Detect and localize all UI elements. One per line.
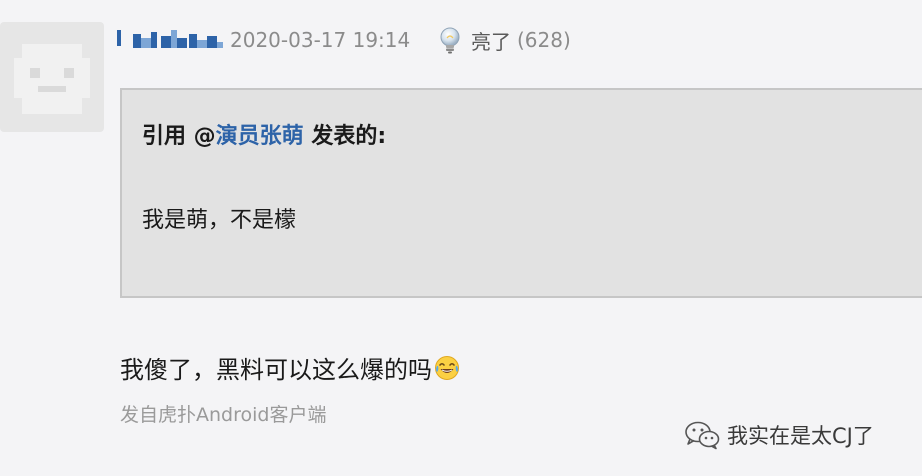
username-pixel <box>217 42 223 48</box>
username-pixel <box>207 36 217 48</box>
username-pixel <box>117 30 121 46</box>
avatar-pixel <box>38 86 66 92</box>
post-source: 发自虎扑Android客户端 <box>120 404 327 426</box>
reply-body: 我傻了，黑料可以这么爆的吗 <box>120 356 432 384</box>
quote-author-link[interactable]: 演员张萌 <box>216 124 304 149</box>
quote-header: 引用 @演员张萌 发表的: <box>142 118 386 150</box>
username-pixel <box>197 40 207 48</box>
post-timestamp: 2020-03-17 19:14 <box>230 28 411 52</box>
like-label: 亮了 <box>471 29 511 54</box>
tears-of-joy-emoji-icon <box>435 355 459 380</box>
avatar-pixel <box>22 98 82 114</box>
avatar-pixel <box>14 58 90 98</box>
like-count: (628) <box>517 28 571 52</box>
watermark: 我实在是太CJ了 <box>683 420 874 450</box>
username-pixel <box>177 38 187 48</box>
quote-prefix: 引用 @ <box>142 124 216 149</box>
watermark-text: 我实在是太CJ了 <box>727 424 874 448</box>
username-link[interactable] <box>117 28 225 50</box>
quote-block: 引用 @演员张萌 发表的: 我是萌，不是檬 <box>120 88 922 298</box>
avatar-pixel <box>64 68 74 78</box>
quote-suffix: 发表的: <box>303 124 387 149</box>
wechat-icon <box>685 421 720 450</box>
avatar-pixel <box>30 68 40 78</box>
username-pixel <box>151 32 157 48</box>
username-pixel <box>189 34 197 48</box>
username-pixel <box>133 34 141 48</box>
like-button[interactable]: 亮了 (628) <box>437 26 571 54</box>
username-pixel <box>141 38 151 48</box>
avatar[interactable] <box>0 22 104 132</box>
quote-body: 我是萌，不是檬 <box>142 208 297 233</box>
lightbulb-icon <box>440 27 460 54</box>
reply-text: 我傻了，黑料可以这么爆的吗 <box>120 350 460 385</box>
avatar-pixel <box>22 44 82 58</box>
username-pixel <box>161 36 171 48</box>
